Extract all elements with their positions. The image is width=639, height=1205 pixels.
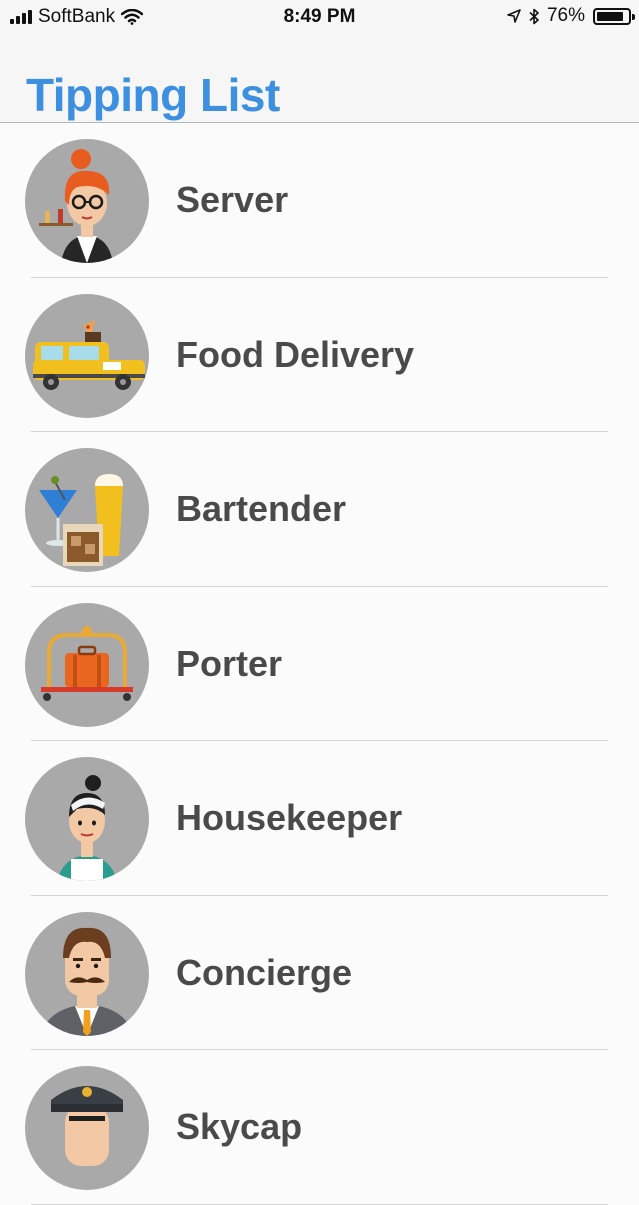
bartender-avatar-icon [25, 448, 149, 572]
skycap-avatar-icon [25, 1066, 149, 1190]
list-item-concierge[interactable]: Concierge [0, 896, 639, 1050]
food-delivery-avatar-icon [25, 293, 149, 418]
housekeeper-avatar-icon [25, 757, 149, 881]
list-item-label: Housekeeper [176, 797, 403, 838]
list-item-skycap[interactable]: Skycap [0, 1050, 639, 1205]
divider [31, 1203, 608, 1205]
navigation-header: Tipping List [0, 34, 639, 123]
battery-percent: 76% [546, 5, 585, 26]
bluetooth-icon [529, 8, 539, 24]
list-item-housekeeper[interactable]: Housekeeper [0, 741, 639, 896]
server-avatar-icon [25, 139, 149, 263]
location-arrow-icon [507, 9, 521, 23]
list-item-label: Food Delivery [176, 333, 415, 375]
status-right: 76% [507, 5, 635, 27]
concierge-avatar-icon [25, 911, 149, 1036]
status-bar: SoftBank 8:49 PM 76% [0, 0, 639, 34]
list-item-label: Porter [176, 642, 283, 684]
list-item-label: Server [176, 179, 289, 220]
list-item-bartender[interactable]: Bartender [0, 432, 639, 587]
porter-avatar-icon [25, 602, 149, 727]
list-item-label: Bartender [176, 488, 347, 529]
list-item-food-delivery[interactable]: Food Delivery [0, 278, 639, 432]
list-item-label: Skycap [176, 1106, 303, 1147]
list-item-label: Concierge [176, 951, 353, 993]
battery-icon [593, 7, 635, 25]
list-item-porter[interactable]: Porter [0, 587, 639, 741]
tipping-list: Server Food Delivery Bartender Porter Ho… [0, 123, 639, 1205]
page-title: Tipping List [26, 69, 280, 121]
list-item-server[interactable]: Server [0, 123, 639, 278]
